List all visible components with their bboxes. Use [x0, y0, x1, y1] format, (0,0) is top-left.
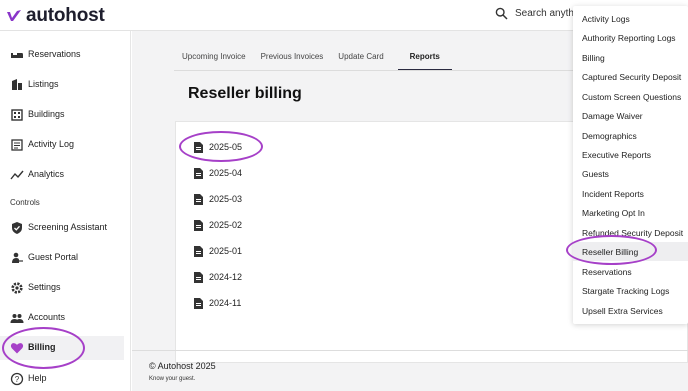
tab-upcoming-invoice[interactable]: Upcoming Invoice — [182, 49, 246, 71]
sidebar-item-accounts[interactable]: Accounts — [0, 306, 124, 330]
section-label-controls: Controls — [10, 198, 40, 207]
tab-reports[interactable]: Reports — [397, 49, 453, 71]
menu-item-marketing-opt-in[interactable]: Marketing Opt In — [573, 203, 688, 222]
sidebar-item-listings[interactable]: Listings — [0, 73, 124, 97]
sidebar-item-label: Activity Log — [28, 139, 75, 149]
menu-item-captured-security-deposit[interactable]: Captured Security Deposit — [573, 67, 688, 86]
report-file-row[interactable]: 2025-03 — [194, 191, 242, 207]
sidebar-item-label: Billing — [28, 342, 56, 352]
logo[interactable]: autohost — [6, 5, 105, 27]
menu-item-custom-screen-questions[interactable]: Custom Screen Questions — [573, 87, 688, 106]
report-file-row[interactable]: 2025-01 — [194, 243, 242, 259]
apartment-icon — [11, 109, 23, 121]
sidebar-item-buildings[interactable]: Buildings — [0, 103, 124, 127]
sidebar-item-label: Accounts — [28, 312, 66, 322]
tab-update-card[interactable]: Update Card — [338, 49, 383, 71]
sidebar-item-label: Help — [28, 373, 47, 383]
document-icon — [194, 167, 203, 179]
building-icon — [12, 79, 22, 90]
help-icon: ? — [10, 372, 24, 386]
heart-icon — [10, 343, 24, 354]
document-icon — [194, 271, 203, 283]
svg-text:?: ? — [15, 375, 20, 384]
app-name: autohost — [26, 5, 105, 26]
sidebar-item-help[interactable]: ? Help — [0, 367, 124, 391]
page-title: Reseller billing — [188, 85, 302, 102]
sidebar-item-guest-portal[interactable]: Guest Portal — [0, 246, 124, 270]
document-icon — [194, 297, 203, 309]
menu-item-authority-reporting-logs[interactable]: Authority Reporting Logs — [573, 28, 688, 47]
sidebar-item-reservations[interactable]: Reservations — [0, 43, 124, 67]
sidebar-item-label: Screening Assistant — [28, 222, 108, 232]
sidebar-item-label: Reservations — [28, 49, 81, 59]
report-file-name: 2025-05 — [209, 142, 243, 152]
report-file-name: 2024-12 — [209, 272, 243, 282]
menu-item-upsell-extra-services[interactable]: Upsell Extra Services — [573, 301, 688, 320]
sidebar-item-label: Settings — [28, 282, 61, 292]
menu-item-stargate-tracking-logs[interactable]: Stargate Tracking Logs — [573, 281, 688, 300]
list-icon — [11, 139, 23, 151]
person-key-icon — [12, 252, 23, 263]
menu-item-billing[interactable]: Billing — [573, 48, 688, 67]
sidebar-item-screening-assistant[interactable]: Screening Assistant — [0, 216, 124, 240]
report-file-name: 2025-01 — [209, 246, 243, 256]
sidebar: Reservations Listings Buildings Activity… — [0, 31, 131, 391]
logo-icon — [7, 10, 21, 21]
report-file-name: 2024-11 — [209, 298, 242, 308]
footer-divider — [132, 350, 688, 351]
report-file-row[interactable]: 2025-05 — [194, 139, 242, 155]
menu-item-refunded-security-deposit[interactable]: Refunded Security Deposit — [573, 223, 688, 242]
sidebar-item-analytics[interactable]: Analytics — [0, 163, 124, 187]
sidebar-item-label: Listings — [28, 79, 59, 89]
menu-item-executive-reports[interactable]: Executive Reports — [573, 145, 688, 164]
menu-item-reservations[interactable]: Reservations — [573, 262, 688, 281]
search-icon[interactable] — [495, 7, 508, 20]
trending-icon — [10, 170, 24, 180]
search-input[interactable]: Search anythin — [515, 8, 582, 19]
document-icon — [194, 141, 203, 153]
menu-item-damage-waiver[interactable]: Damage Waiver — [573, 106, 688, 125]
menu-item-incident-reports[interactable]: Incident Reports — [573, 184, 688, 203]
sidebar-item-label: Buildings — [28, 109, 65, 119]
menu-item-activity-logs[interactable]: Activity Logs — [573, 9, 688, 28]
footer-copyright: © Autohost 2025 — [149, 361, 216, 371]
report-file-name: 2025-03 — [209, 194, 243, 204]
footer-tagline: Know your guest. — [149, 376, 196, 382]
bed-icon — [11, 53, 23, 58]
shield-icon — [12, 222, 22, 234]
sidebar-item-label: Analytics — [28, 169, 65, 179]
report-file-row[interactable]: 2025-04 — [194, 165, 242, 181]
reports-dropdown-menu: Activity Logs Authority Reporting Logs B… — [573, 6, 688, 324]
sidebar-item-billing[interactable]: Billing — [0, 336, 124, 360]
sidebar-item-activity-log[interactable]: Activity Log — [0, 133, 124, 157]
document-icon — [194, 193, 203, 205]
billing-tabs: Upcoming Invoice Previous Invoices Updat… — [182, 49, 455, 71]
tab-previous-invoices[interactable]: Previous Invoices — [261, 49, 324, 71]
sidebar-item-label: Guest Portal — [28, 252, 79, 262]
people-icon — [10, 314, 24, 323]
sidebar-item-settings[interactable]: Settings — [0, 276, 124, 300]
report-file-name: 2025-04 — [209, 168, 243, 178]
document-icon — [194, 219, 203, 231]
gear-icon — [11, 282, 23, 294]
report-file-row[interactable]: 2024-11 — [194, 295, 241, 311]
menu-item-guests[interactable]: Guests — [573, 164, 688, 183]
report-file-name: 2025-02 — [209, 220, 243, 230]
menu-item-reseller-billing[interactable]: Reseller Billing — [573, 242, 688, 261]
report-file-row[interactable]: 2024-12 — [194, 269, 242, 285]
document-icon — [194, 245, 203, 257]
menu-item-demographics[interactable]: Demographics — [573, 126, 688, 145]
report-file-row[interactable]: 2025-02 — [194, 217, 242, 233]
